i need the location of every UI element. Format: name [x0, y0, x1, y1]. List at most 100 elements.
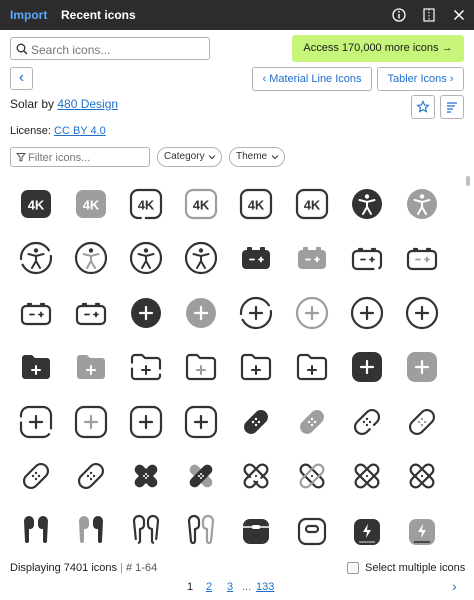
icon-tile[interactable]: [339, 285, 394, 340]
icon-tile[interactable]: [8, 503, 63, 546]
icon-tile[interactable]: [174, 394, 229, 449]
icon-tile[interactable]: 4K: [229, 176, 284, 231]
page-3[interactable]: 3: [227, 581, 233, 593]
icon-tile[interactable]: [174, 231, 229, 286]
icon-tile[interactable]: [63, 285, 118, 340]
icon-tile[interactable]: [284, 340, 339, 395]
icon-tile[interactable]: [174, 285, 229, 340]
license-link[interactable]: CC BY 4.0: [54, 125, 106, 137]
icon-tile[interactable]: [229, 449, 284, 504]
icon-tile[interactable]: [63, 340, 118, 395]
airbuds-bold-duotone-icon: [78, 515, 103, 543]
icon-tile[interactable]: 4K: [118, 176, 173, 231]
grid-scrollbar[interactable]: [466, 176, 470, 546]
page-1[interactable]: 1: [187, 581, 193, 593]
theme-dropdown[interactable]: Theme: [229, 147, 285, 167]
search-input[interactable]: Search icons...: [10, 37, 210, 60]
icon-tile[interactable]: [284, 449, 339, 504]
icon-tile[interactable]: [284, 231, 339, 286]
icon-tile[interactable]: [8, 285, 63, 340]
icon-tile[interactable]: [284, 394, 339, 449]
bandages-outline-icon: [354, 463, 380, 489]
bandages-linear-icon: [409, 463, 435, 489]
icon-tile[interactable]: [339, 176, 394, 231]
select-multiple-toggle[interactable]: Select multiple icons: [347, 562, 465, 574]
bandage-bold-duotone-icon: [299, 409, 324, 434]
chevron-down-icon: [271, 155, 279, 160]
next-page-icon[interactable]: ›: [452, 578, 457, 594]
icon-tile[interactable]: [174, 503, 229, 546]
close-icon[interactable]: [451, 7, 467, 23]
sort-button[interactable]: [440, 95, 464, 119]
scrollbar-thumb[interactable]: [466, 176, 470, 186]
icon-tile[interactable]: [174, 340, 229, 395]
icon-tile[interactable]: [8, 340, 63, 395]
icon-tile[interactable]: [118, 231, 173, 286]
tab-recent-icons[interactable]: Recent icons: [61, 0, 136, 30]
icon-tile[interactable]: [394, 449, 449, 504]
4k-linear-icon: 4K: [295, 188, 328, 219]
icon-tile[interactable]: 4K: [284, 176, 339, 231]
svg-text:4K: 4K: [248, 197, 265, 212]
icon-tile[interactable]: [284, 503, 339, 546]
category-dropdown[interactable]: Category: [157, 147, 222, 167]
icon-tile[interactable]: [229, 503, 284, 546]
icon-tile[interactable]: [339, 231, 394, 286]
favorite-button[interactable]: [411, 95, 435, 119]
access-more-icons-button[interactable]: Access 170,000 more icons →: [292, 35, 464, 62]
icon-tile[interactable]: [118, 503, 173, 546]
icon-tile[interactable]: [394, 503, 449, 546]
icon-tile[interactable]: 4K: [8, 176, 63, 231]
star-icon: [416, 100, 430, 113]
icon-tile[interactable]: [394, 231, 449, 286]
select-multiple-label: Select multiple icons: [365, 562, 466, 574]
page-last[interactable]: 133: [256, 581, 274, 593]
icon-tile[interactable]: 4K: [174, 176, 229, 231]
icon-tile[interactable]: [229, 285, 284, 340]
filter-input[interactable]: Filter icons...: [10, 147, 150, 167]
icon-tile[interactable]: [229, 394, 284, 449]
icon-tile[interactable]: [229, 231, 284, 286]
icon-tile[interactable]: [8, 231, 63, 286]
add-square-bold-icon: [351, 352, 382, 382]
icon-tile[interactable]: [174, 449, 229, 504]
prev-set-button[interactable]: ‹ Material Line Icons: [252, 67, 372, 91]
bandage-line-duotone-icon: [408, 408, 435, 435]
svg-text:4K: 4K: [138, 197, 155, 212]
icon-tile[interactable]: 4K: [63, 176, 118, 231]
icon-tile[interactable]: [339, 449, 394, 504]
icon-tile[interactable]: [394, 176, 449, 231]
svg-text:4K: 4K: [193, 197, 210, 212]
icon-tile[interactable]: [229, 340, 284, 395]
icon-range: # 1-64: [126, 562, 158, 574]
bandage-outline-icon: [22, 462, 49, 490]
icon-tile[interactable]: [63, 394, 118, 449]
icon-tile[interactable]: [8, 394, 63, 449]
icon-tile[interactable]: [339, 503, 394, 546]
icon-tile[interactable]: [284, 285, 339, 340]
add-square-line-duotone-icon: [74, 405, 107, 438]
tab-import[interactable]: Import: [10, 0, 47, 30]
icon-tile[interactable]: [63, 503, 118, 546]
layout-icon[interactable]: [421, 7, 437, 23]
icon-tile[interactable]: [394, 285, 449, 340]
bandages-bold-duotone-icon: [189, 464, 213, 488]
icon-tile[interactable]: [118, 285, 173, 340]
icon-tile[interactable]: [394, 340, 449, 395]
next-set-button[interactable]: Tabler Icons ›: [377, 67, 464, 91]
icon-tile[interactable]: [339, 340, 394, 395]
icon-tile[interactable]: [63, 231, 118, 286]
icon-tile[interactable]: [118, 394, 173, 449]
icon-tile[interactable]: [118, 449, 173, 504]
icon-tile[interactable]: [394, 394, 449, 449]
author-link[interactable]: 480 Design: [57, 97, 118, 111]
icon-count: Displaying 7401 icons: [10, 562, 118, 574]
icon-tile[interactable]: [339, 394, 394, 449]
back-button[interactable]: ‹: [10, 67, 33, 90]
icon-tile[interactable]: [8, 449, 63, 504]
icon-tile[interactable]: [63, 449, 118, 504]
page-2[interactable]: 2: [206, 581, 212, 593]
info-icon[interactable]: [391, 7, 407, 23]
icon-tile[interactable]: [118, 340, 173, 395]
select-multiple-checkbox[interactable]: [347, 562, 359, 574]
